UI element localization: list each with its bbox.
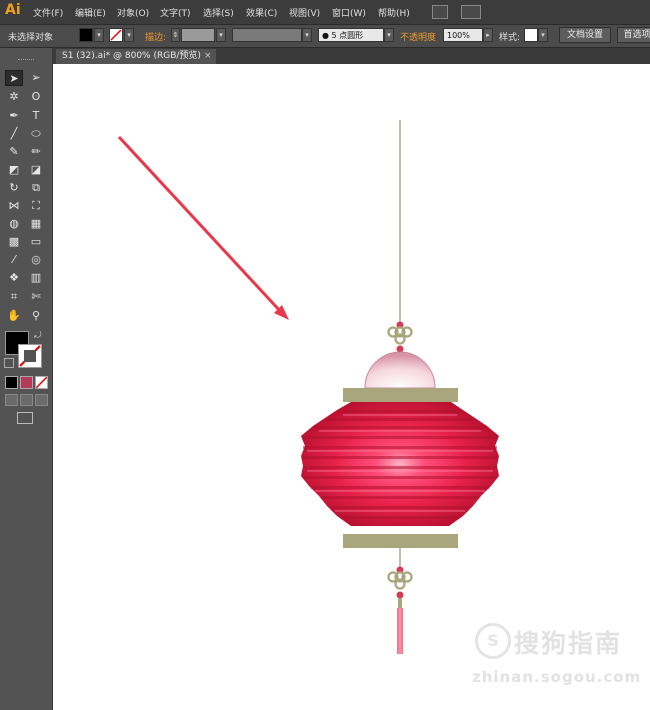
profile-dropdown[interactable]: ▾: [302, 28, 312, 42]
graph-tool-icon[interactable]: ▥: [27, 270, 45, 286]
document-tab[interactable]: S1 (32).ai* @ 800% (RGB/预览) ×: [56, 49, 216, 64]
stroke-weight-dropdown[interactable]: ▾: [216, 28, 226, 42]
draw-behind-icon[interactable]: [20, 394, 33, 406]
gradient-mode-icon[interactable]: [20, 376, 33, 389]
tassel-cap: [398, 598, 402, 608]
bridge-icon[interactable]: [432, 5, 448, 19]
scale-tool-icon[interactable]: ⧉: [27, 180, 45, 196]
style-label: 样式:: [499, 33, 521, 43]
rotate-tool-icon[interactable]: ↻: [5, 180, 23, 196]
document-tab-bar: S1 (32).ai* @ 800% (RGB/预览) ×: [53, 48, 650, 64]
no-stroke-icon: [110, 29, 122, 41]
watermark-text: 搜狗指南: [514, 629, 623, 658]
screen-mode-icon[interactable]: [17, 412, 33, 424]
selection-status: 未选择对象: [8, 33, 54, 43]
close-tab-icon[interactable]: ×: [204, 49, 212, 64]
menu-bar: Ai 文件(F) 编辑(E) 对象(O) 文字(T) 选择(S) 效果(C) 视…: [0, 0, 650, 25]
watermark-logo: S: [475, 623, 511, 659]
annotation-arrow-shaft: [117, 135, 283, 314]
stroke-weight-stepper[interactable]: ⇕: [171, 28, 180, 42]
width-tool-icon[interactable]: ⋈: [5, 198, 23, 214]
fill-dropdown[interactable]: ▾: [94, 28, 104, 42]
type-tool-icon[interactable]: T: [27, 108, 45, 124]
direct-selection-tool-icon[interactable]: ➢: [27, 70, 45, 86]
none-mode-icon[interactable]: [35, 376, 48, 389]
selection-tool-icon[interactable]: ➤: [5, 70, 23, 86]
paintbrush-tool-icon[interactable]: ✎: [5, 144, 23, 160]
hand-tool-icon[interactable]: ✋: [5, 308, 23, 324]
stroke-swatch[interactable]: [18, 344, 42, 368]
watermark-url: zhinan.sogou.com: [472, 668, 642, 686]
ellipse-tool-icon[interactable]: ⬭: [27, 126, 45, 142]
blend-tool-icon[interactable]: ◎: [27, 252, 45, 268]
brush-value: 5 点圆形: [331, 31, 364, 40]
artboard-canvas[interactable]: S 搜狗指南 zhinan.sogou.com: [53, 64, 650, 710]
lantern-top-cap: [343, 388, 458, 402]
magic-wand-tool-icon[interactable]: ✲: [5, 89, 23, 105]
perspective-grid-tool-icon[interactable]: ▦: [27, 216, 45, 232]
lantern-artwork[interactable]: [53, 64, 650, 710]
mesh-tool-icon[interactable]: ▩: [5, 234, 23, 250]
no-stroke-icon: [19, 345, 41, 367]
control-bar: 未选择对象 ▾ ▾ 描边: ⇕ ▾ ▾ ● 5 点圆形 ▾ 不透明度 100% …: [0, 25, 650, 48]
shape-builder-tool-icon[interactable]: ◍: [5, 216, 23, 232]
lasso-tool-icon[interactable]: ʘ: [27, 89, 45, 105]
menu-window[interactable]: 窗口(W): [332, 6, 366, 19]
gradient-tool-icon[interactable]: ▭: [27, 234, 45, 250]
panel-grip[interactable]: [18, 59, 34, 62]
brush-dot-icon: ●: [322, 31, 332, 40]
menu-type[interactable]: 文字(T): [160, 6, 191, 19]
bottom-knot: [387, 566, 413, 599]
pencil-tool-icon[interactable]: ✏: [27, 144, 45, 160]
document-tab-title: S1 (32).ai* @ 800% (RGB/预览): [62, 51, 201, 61]
swap-fill-stroke-icon[interactable]: ⤾: [34, 331, 42, 341]
brush-dropdown[interactable]: ▾: [384, 28, 394, 42]
draw-inside-icon[interactable]: [35, 394, 48, 406]
symbol-sprayer-tool-icon[interactable]: ❖: [5, 270, 23, 286]
tassel: [397, 608, 403, 654]
style-dropdown[interactable]: ▾: [538, 28, 548, 42]
lantern-body: [301, 402, 499, 526]
eyedropper-tool-icon[interactable]: ⁄: [5, 252, 23, 268]
lantern-bottom-cap: [343, 534, 458, 548]
tools-panel: ➤ ➢ ✲ ʘ ✒ T ╱ ⬭ ✎ ✏ ◩ ◪ ↻ ⧉ ⋈ ⛶ ◍ ▦ ▩ ▭ …: [0, 48, 53, 710]
artboard-tool-icon[interactable]: ⌗: [5, 289, 23, 305]
draw-normal-icon[interactable]: [5, 394, 18, 406]
eraser-tool-icon[interactable]: ◪: [27, 162, 45, 178]
menu-effect[interactable]: 效果(C): [246, 6, 277, 19]
app-logo: Ai: [5, 2, 21, 18]
preferences-button[interactable]: 首选项: [617, 27, 650, 43]
top-knot: [387, 321, 413, 353]
opacity-label[interactable]: 不透明度: [400, 30, 436, 43]
document-setup-button[interactable]: 文档设置: [559, 27, 611, 43]
line-tool-icon[interactable]: ╱: [5, 126, 23, 142]
pen-tool-icon[interactable]: ✒: [5, 108, 23, 124]
opacity-field[interactable]: 100%: [443, 28, 483, 42]
brush-definition-field[interactable]: ● 5 点圆形: [318, 28, 384, 42]
lantern-dome: [364, 351, 436, 389]
zoom-tool-icon[interactable]: ⚲: [27, 308, 45, 324]
variable-width-profile[interactable]: [232, 28, 302, 42]
default-colors-icon[interactable]: [4, 358, 14, 368]
menu-edit[interactable]: 编辑(E): [75, 6, 106, 19]
free-transform-tool-icon[interactable]: ⛶: [27, 198, 45, 214]
stroke-label: 描边:: [145, 33, 167, 43]
opacity-dropdown[interactable]: ▸: [483, 28, 493, 42]
arrange-documents-icon[interactable]: [461, 5, 481, 19]
menu-help[interactable]: 帮助(H): [378, 6, 410, 19]
color-mode-icon[interactable]: [5, 376, 18, 389]
stroke-dropdown[interactable]: ▾: [124, 28, 134, 42]
menu-object[interactable]: 对象(O): [117, 6, 149, 19]
graphic-style-swatch[interactable]: [524, 28, 538, 42]
menu-view[interactable]: 视图(V): [289, 6, 320, 19]
stroke-color-swatch[interactable]: [109, 28, 123, 42]
slice-tool-icon[interactable]: ✄: [27, 289, 45, 305]
menu-select[interactable]: 选择(S): [203, 6, 234, 19]
stroke-weight-field[interactable]: [181, 28, 215, 42]
menu-file[interactable]: 文件(F): [33, 6, 63, 19]
fill-color-swatch[interactable]: [79, 28, 93, 42]
blob-brush-tool-icon[interactable]: ◩: [5, 162, 23, 178]
